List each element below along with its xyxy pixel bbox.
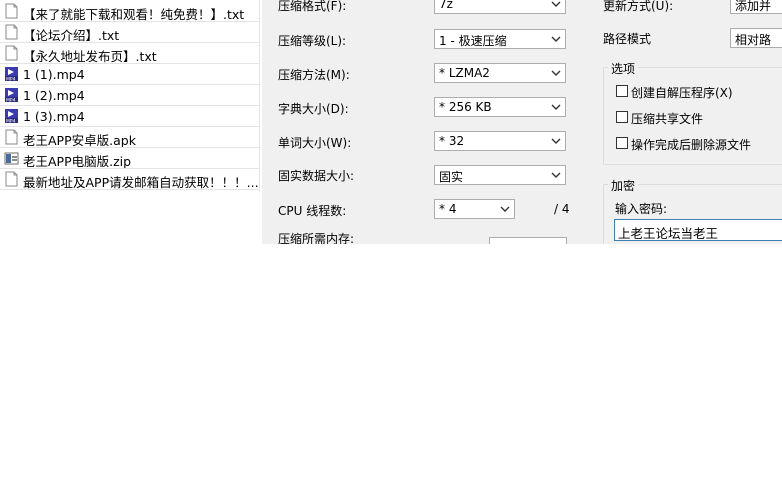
dict-select[interactable]: * 256 KB (434, 97, 566, 117)
mp4-video-icon: MP4 (5, 88, 18, 104)
create-sfx-checkbox[interactable] (616, 85, 628, 97)
memory-label: 压缩所需内存: (278, 232, 355, 244)
path-mode-label: 路径模式 (603, 32, 652, 46)
delete-after-checkbox[interactable] (616, 137, 628, 149)
solid-label: 固实数据大小: (278, 169, 355, 183)
file-name: 最新地址及APP请发邮箱自动获取！！！.... (23, 175, 259, 190)
file-row[interactable]: 【论坛介绍】.txt (0, 22, 259, 43)
update-mode-label: 更新方式(U): (603, 0, 674, 13)
file-row[interactable]: MP4 1 (1).mp4 (0, 64, 259, 85)
file-row[interactable]: 老王APP电脑版.zip (0, 148, 259, 169)
chevron-down-icon (551, 1, 561, 7)
file-row[interactable]: 老王APP安卓版.apk (0, 127, 259, 148)
compress-shared-label: 压缩共享文件 (631, 112, 704, 126)
encryption-group-title: 加密 (608, 177, 639, 194)
file-row[interactable]: 最新地址及APP请发邮箱自动获取！！！.... (0, 169, 259, 190)
word-select[interactable]: * 32 (434, 131, 566, 151)
chevron-down-icon (500, 206, 510, 212)
method-value: * LZMA2 (439, 66, 490, 80)
cpu-threads-value: * 4 (439, 202, 457, 216)
file-row[interactable]: 【永久地址发布页】.txt (0, 43, 259, 64)
dict-value: * 256 KB (439, 100, 492, 114)
file-list: 【来了就能下载和观看！纯免费！】.txt 【论坛介绍】.txt 【永久地址发布页… (0, 0, 260, 244)
file-row[interactable]: MP4 1 (3).mp4 (0, 106, 259, 127)
options-group-title: 选项 (608, 60, 639, 77)
solid-select[interactable]: 固实 (434, 165, 566, 185)
memory-field (489, 237, 567, 244)
text-file-icon (5, 24, 18, 40)
password-label: 输入密码: (615, 202, 668, 216)
text-file-icon (5, 3, 18, 19)
format-value: 7z (439, 0, 453, 11)
update-mode-value: 添加并 (735, 0, 772, 13)
compress-shared-checkbox[interactable] (616, 111, 628, 123)
chevron-down-icon (551, 138, 561, 144)
screenshot-area: 【来了就能下载和观看！纯免费！】.txt 【论坛介绍】.txt 【永久地址发布页… (0, 0, 782, 244)
chevron-down-icon (551, 104, 561, 110)
file-name: 【永久地址发布页】.txt (23, 49, 157, 64)
path-mode-value: 相对路 (735, 33, 772, 47)
mp4-video-icon: MP4 (5, 109, 18, 125)
delete-after-label: 操作完成后删除源文件 (631, 138, 752, 152)
dict-label: 字典大小(D): (278, 102, 349, 116)
archive-dialog: 压缩格式(F): 7z 压缩等级(L): 1 - 极速压缩 压缩方法(M): *… (262, 0, 782, 244)
cpu-threads-select[interactable]: * 4 (434, 199, 515, 219)
column-divider (259, 0, 260, 192)
svg-text:MP4: MP4 (6, 98, 16, 104)
file-name: 【来了就能下载和观看！纯免费！】.txt (23, 7, 245, 22)
solid-value: 固实 (439, 170, 464, 184)
file-row[interactable]: 【来了就能下载和观看！纯免费！】.txt (0, 1, 259, 22)
path-mode-select[interactable]: 相对路 (730, 28, 782, 48)
svg-text:MP4: MP4 (6, 119, 16, 125)
text-file-icon (5, 45, 18, 61)
file-name: 老王APP安卓版.apk (23, 133, 136, 148)
format-label: 压缩格式(F): (278, 0, 347, 13)
word-value: * 32 (439, 134, 465, 148)
chevron-down-icon (551, 36, 561, 42)
file-name: 1 (3).mp4 (23, 109, 85, 124)
password-value: 上老王论坛当老王 (618, 226, 719, 241)
file-name: 老王APP电脑版.zip (23, 154, 132, 169)
level-value: 1 - 极速压缩 (439, 34, 507, 48)
zip-archive-icon (4, 152, 19, 165)
svg-text:MP4: MP4 (6, 77, 16, 83)
file-row[interactable]: MP4 1 (2).mp4 (0, 85, 259, 106)
format-select[interactable]: 7z (434, 0, 566, 14)
cpu-threads-label: CPU 线程数: (278, 204, 347, 218)
file-name: 1 (1).mp4 (23, 67, 85, 82)
file-name: 【论坛介绍】.txt (23, 28, 120, 43)
word-label: 单词大小(W): (278, 136, 352, 150)
password-input[interactable]: 上老王论坛当老王 (614, 219, 782, 241)
cpu-threads-total: / 4 (554, 202, 570, 216)
chevron-down-icon (551, 172, 561, 178)
update-mode-select[interactable]: 添加并 (730, 0, 782, 14)
method-label: 压缩方法(M): (278, 68, 350, 82)
level-select[interactable]: 1 - 极速压缩 (434, 29, 566, 49)
create-sfx-label: 创建自解压程序(X) (631, 86, 733, 100)
chevron-down-icon (551, 70, 561, 76)
text-file-icon (5, 171, 18, 187)
level-label: 压缩等级(L): (278, 34, 347, 48)
file-icon (5, 129, 18, 145)
file-name: 1 (2).mp4 (23, 88, 85, 103)
method-select[interactable]: * LZMA2 (434, 63, 566, 83)
mp4-video-icon: MP4 (5, 67, 18, 83)
